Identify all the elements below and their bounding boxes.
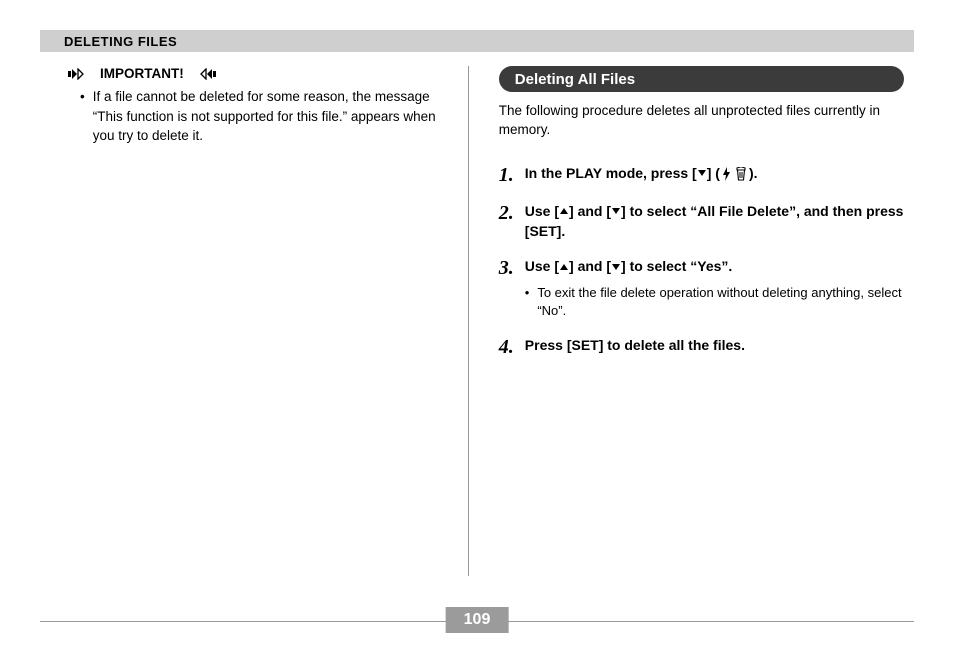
important-label: IMPORTANT!	[100, 66, 184, 81]
down-triangle-icon	[611, 258, 621, 278]
manual-page: DELETING FILES IMPORTANT!	[0, 0, 954, 646]
step-3: 3. Use [] and [] to select “Yes”. • To e…	[499, 257, 904, 319]
up-triangle-icon	[559, 202, 569, 222]
down-triangle-icon	[697, 164, 707, 184]
up-triangle-icon	[559, 258, 569, 278]
two-column-layout: IMPORTANT! • If a file cannot be deleted…	[40, 66, 914, 576]
decor-arrows-left-icon	[190, 68, 216, 80]
right-column: Deleting All Files The following procedu…	[469, 66, 914, 576]
subsection-title-pill: Deleting All Files	[499, 66, 904, 92]
step-3-text: Use [] and [] to select “Yes”.	[525, 257, 904, 277]
intro-text: The following procedure deletes all unpr…	[499, 102, 904, 140]
bullet-dot-icon: •	[80, 87, 85, 146]
step-number: 3.	[499, 257, 525, 319]
left-column: IMPORTANT! • If a file cannot be deleted…	[40, 66, 468, 576]
important-callout: IMPORTANT!	[62, 66, 438, 81]
step-1: 1. In the PLAY mode, press [] ().	[499, 164, 904, 186]
step-1-text: In the PLAY mode, press [] ().	[525, 164, 904, 184]
section-header-text: DELETING FILES	[64, 34, 177, 49]
page-number: 109	[446, 607, 509, 633]
decor-arrows-right-icon	[68, 68, 94, 80]
trash-icon	[735, 167, 747, 181]
step-3-sub: • To exit the file delete operation with…	[525, 284, 904, 320]
step-number: 4.	[499, 336, 525, 358]
step-number: 2.	[499, 202, 525, 242]
down-triangle-icon	[611, 202, 621, 222]
step-2: 2. Use [] and [] to select “All File Del…	[499, 202, 904, 242]
step-3-sub-text: To exit the file delete operation withou…	[537, 284, 904, 320]
flash-icon	[722, 167, 731, 181]
flash-trash-icons	[722, 167, 747, 181]
section-header-bar: DELETING FILES	[40, 30, 914, 52]
page-footer: 109	[40, 621, 914, 622]
important-bullet-text: If a file cannot be deleted for some rea…	[93, 87, 438, 146]
step-number: 1.	[499, 164, 525, 186]
step-2-text: Use [] and [] to select “All File Delete…	[525, 202, 904, 242]
subsection-title: Deleting All Files	[515, 71, 635, 88]
bullet-dot-icon: •	[525, 284, 530, 320]
step-4: 4. Press [SET] to delete all the files.	[499, 336, 904, 358]
step-4-text: Press [SET] to delete all the files.	[525, 336, 904, 356]
important-bullet: • If a file cannot be deleted for some r…	[80, 87, 438, 146]
